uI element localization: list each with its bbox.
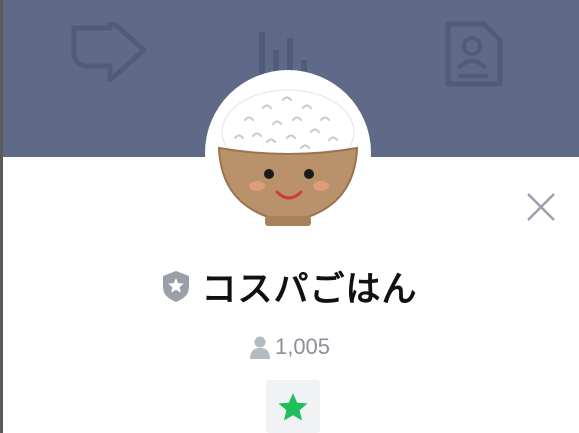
rice-bowl-avatar-image (217, 89, 359, 226)
share-arrow-icon[interactable] (70, 22, 148, 82)
profile-screen: コスパごはん 1,005 (0, 0, 579, 433)
star-icon (278, 392, 308, 420)
friends-count: 1,005 (274, 334, 331, 359)
window-edge (0, 0, 3, 433)
avatar[interactable] (205, 70, 371, 236)
friends-count-row: 1,005 (0, 332, 579, 362)
close-icon[interactable] (522, 188, 560, 226)
favorite-button[interactable] (266, 380, 320, 433)
person-icon (249, 336, 270, 359)
shield-star-icon (163, 271, 190, 302)
profile-document-icon[interactable] (442, 20, 504, 88)
account-name: コスパごはん (201, 269, 418, 310)
profile-name-row: コスパごはん (0, 258, 579, 314)
